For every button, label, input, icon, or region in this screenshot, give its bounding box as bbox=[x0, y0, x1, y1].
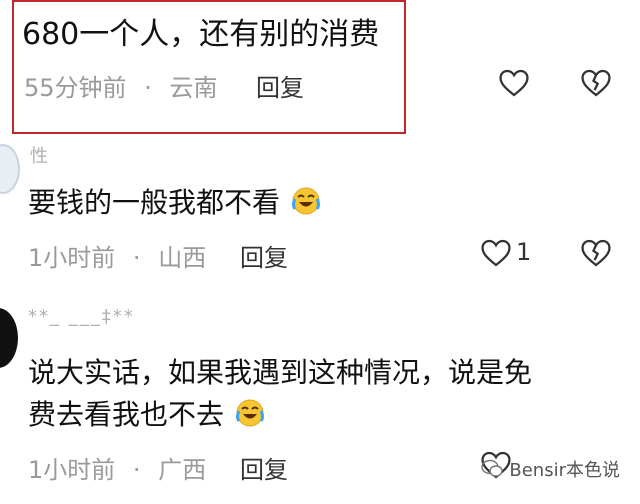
heart-icon[interactable] bbox=[479, 236, 513, 270]
comment-text-line-2: 费去看我也不去 bbox=[28, 394, 265, 436]
wechat-icon bbox=[481, 459, 504, 477]
comment-text: 680一个人，还有别的消费 bbox=[22, 17, 380, 52]
crying-laughing-emoji-icon bbox=[235, 399, 264, 427]
comment-text-line-1: 说大实话，如果我遇到这种情况，说是免 bbox=[28, 356, 533, 389]
comment-1: 680一个人，还有别的消费 55分钟前 · 云南 回复 bbox=[0, 0, 640, 140]
reply-button[interactable]: 回复 bbox=[256, 68, 304, 103]
username[interactable]: **_ ___‡** bbox=[28, 306, 135, 327]
avatar[interactable] bbox=[0, 144, 20, 194]
comment-meta: 1小时前 · 山西 bbox=[28, 238, 206, 273]
comment-location: 山西 bbox=[158, 244, 207, 272]
comment-location: 广西 bbox=[158, 456, 207, 484]
comment-location: 云南 bbox=[169, 74, 218, 102]
comment-meta: 1小时前 · 广西 bbox=[28, 450, 206, 485]
meta-separator: · bbox=[144, 74, 152, 102]
broken-heart-icon[interactable] bbox=[579, 66, 613, 100]
comment-2: 性 要钱的一般我都不看 1小时前 · 山西 回复 1 bbox=[0, 140, 640, 290]
like-count: 1 bbox=[516, 238, 532, 266]
avatar[interactable] bbox=[0, 308, 18, 368]
comment-time: 1小时前 bbox=[28, 456, 116, 484]
crying-laughing-emoji-icon bbox=[291, 187, 320, 215]
reply-button[interactable]: 回复 bbox=[240, 238, 288, 273]
comment-text-content: 要钱的一般我都不看 bbox=[28, 186, 281, 219]
comment-text: 要钱的一般我都不看 bbox=[28, 182, 321, 224]
broken-heart-icon[interactable] bbox=[579, 236, 613, 270]
meta-separator: · bbox=[132, 244, 141, 272]
comment-meta: 55分钟前 · 云南 bbox=[24, 68, 217, 103]
comment-time: 1小时前 bbox=[28, 244, 116, 272]
heart-icon[interactable] bbox=[497, 66, 531, 100]
username[interactable]: 性 bbox=[30, 142, 50, 168]
comment-text-content: 费去看我也不去 bbox=[28, 398, 225, 431]
reply-button[interactable]: 回复 bbox=[240, 450, 288, 485]
comment-time: 55分钟前 bbox=[24, 74, 127, 102]
meta-separator: · bbox=[132, 456, 141, 484]
watermark-text: Bensir本色说 bbox=[509, 460, 620, 481]
watermark: Bensir本色说 bbox=[481, 456, 620, 482]
